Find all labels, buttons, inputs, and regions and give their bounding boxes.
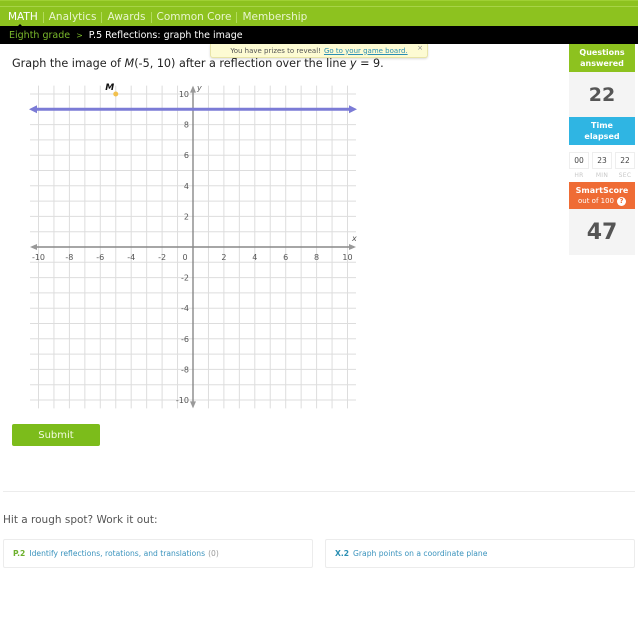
x-tick-label: -2	[158, 253, 166, 262]
x-axis-left-arrow-icon	[30, 244, 38, 250]
time-seconds: 22 SEC	[615, 152, 635, 182]
rough-spot-heading: Hit a rough spot? Work it out:	[3, 514, 158, 526]
x-tick-label: -4	[127, 253, 135, 262]
y-axis-label: y	[196, 84, 202, 93]
y-tick-label: 8	[184, 121, 189, 130]
questions-label-line1: Questions	[579, 48, 625, 57]
breadcrumb-skill: P.5 Reflections: graph the image	[88, 29, 243, 41]
reflection-line-left-arrow-icon	[29, 105, 38, 114]
time-elapsed-clock: 00 HR 23 MIN 22 SEC	[569, 145, 635, 182]
y-axis-up-arrow-icon	[190, 85, 196, 93]
breadcrumb-chevron-icon: >	[76, 30, 83, 40]
x-axis-label: x	[351, 234, 357, 243]
y-tick-label: 2	[184, 212, 189, 221]
nav-item-membership[interactable]: Membership	[237, 11, 312, 23]
x-tick-label: 10	[342, 253, 352, 262]
y-tick-label: -8	[181, 365, 189, 374]
nav-item-analytics[interactable]: Analytics	[44, 11, 102, 23]
recommendation-count: (0)	[208, 549, 219, 558]
nav-item-awards[interactable]: Awards	[102, 11, 150, 23]
recommendation-code: X.2	[335, 549, 350, 558]
prize-banner: You have prizes to reveal! Go to your ga…	[210, 44, 428, 58]
x-tick-label: -8	[65, 253, 73, 262]
x-tick-label: -6	[96, 253, 104, 262]
y-tick-label: 6	[184, 151, 189, 160]
x-tick-label: -10	[32, 253, 45, 262]
submit-button[interactable]: Submit	[12, 424, 100, 446]
y-tick-label: -4	[181, 304, 189, 313]
smartscore-out-of: out of 100	[577, 196, 615, 205]
y-tick-label: -6	[181, 335, 189, 344]
x-tick-label: 8	[314, 253, 319, 262]
nav-item-math[interactable]: MATH	[8, 11, 43, 23]
reflection-line-right-arrow-icon	[348, 105, 357, 114]
stats-sidebar: Questions answered 22 Time elapsed 00 HR…	[569, 44, 635, 255]
time-minutes-value: 23	[592, 152, 612, 169]
questions-label-line2: answered	[580, 59, 624, 68]
recommendation-title[interactable]: Graph points on a coordinate plane	[353, 549, 487, 558]
time-label-line2: elapsed	[584, 132, 620, 141]
x-tick-label: 0	[182, 253, 187, 262]
top-nav-divider	[0, 6, 638, 7]
close-icon[interactable]: ×	[417, 44, 423, 52]
time-hours-value: 00	[569, 152, 589, 169]
x-tick-label: 2	[221, 253, 226, 262]
question-line-var: y	[349, 57, 357, 70]
breadcrumb-grade-link[interactable]: Eighth grade	[9, 30, 70, 41]
y-tick-label: 4	[184, 182, 189, 191]
breadcrumb: Eighth grade > P.5 Reflections: graph th…	[0, 26, 638, 44]
top-nav-bar: MATH Analytics Awards Common Core Member…	[0, 0, 638, 27]
question-point-name: M	[124, 57, 135, 70]
point-m-label: M	[105, 83, 114, 93]
time-hours-unit: HR	[574, 172, 584, 179]
question-middle: after a reflection over the line	[175, 57, 350, 70]
y-axis-down-arrow-icon	[190, 401, 196, 409]
recommendation-x2[interactable]: X.2 Graph points on a coordinate plane	[325, 539, 635, 568]
questions-answered-value: 22	[569, 72, 635, 117]
y-tick-label: -10	[176, 396, 189, 405]
question-prefix: Graph the image of	[12, 57, 125, 70]
time-hours: 00 HR	[569, 152, 589, 182]
help-icon[interactable]: ?	[617, 196, 627, 206]
y-tick-label: 10	[179, 90, 189, 99]
x-axis-right-arrow-icon	[348, 244, 356, 250]
nav-item-common-core[interactable]: Common Core	[152, 11, 237, 23]
x-tick-label: 4	[252, 253, 257, 262]
recommendation-code: P.2	[13, 549, 26, 558]
main-nav: MATH Analytics Awards Common Core Member…	[8, 11, 312, 27]
x-tick-label: 6	[283, 253, 288, 262]
time-minutes: 23 MIN	[592, 152, 612, 182]
smartscore-subtitle: out of 100 ?	[577, 196, 627, 207]
section-divider	[3, 491, 635, 492]
smartscore-header: SmartScore out of 100 ?	[569, 182, 635, 209]
smartscore-value: 47	[569, 209, 635, 255]
coordinate-plane[interactable]: x y -10 -8 -6 -4 -2 0 2 4 6 8 10 10 8 6 4 2 -2 -4 -6 -8 -10 M	[0, 75, 370, 415]
game-board-link[interactable]: Go to your game board.	[324, 47, 408, 55]
question-line-rest: = 9.	[356, 57, 384, 70]
recommendation-title[interactable]: Identify reflections, rotations, and tra…	[29, 549, 205, 558]
prize-banner-text: You have prizes to reveal!	[230, 46, 321, 55]
smartscore-label: SmartScore	[575, 185, 629, 195]
time-elapsed-header: Time elapsed	[569, 117, 635, 145]
recommendation-p2[interactable]: P.2 Identify reflections, rotations, and…	[3, 539, 313, 568]
time-seconds-value: 22	[615, 152, 635, 169]
y-tick-label: -2	[181, 274, 189, 283]
time-minutes-unit: MIN	[595, 172, 609, 179]
questions-answered-header: Questions answered	[569, 44, 635, 72]
question-point-coords: (-5, 10)	[134, 57, 176, 70]
time-seconds-unit: SEC	[618, 172, 632, 179]
question-prompt: Graph the image of M(-5, 10) after a ref…	[12, 57, 384, 70]
time-label-line1: Time	[591, 121, 613, 130]
